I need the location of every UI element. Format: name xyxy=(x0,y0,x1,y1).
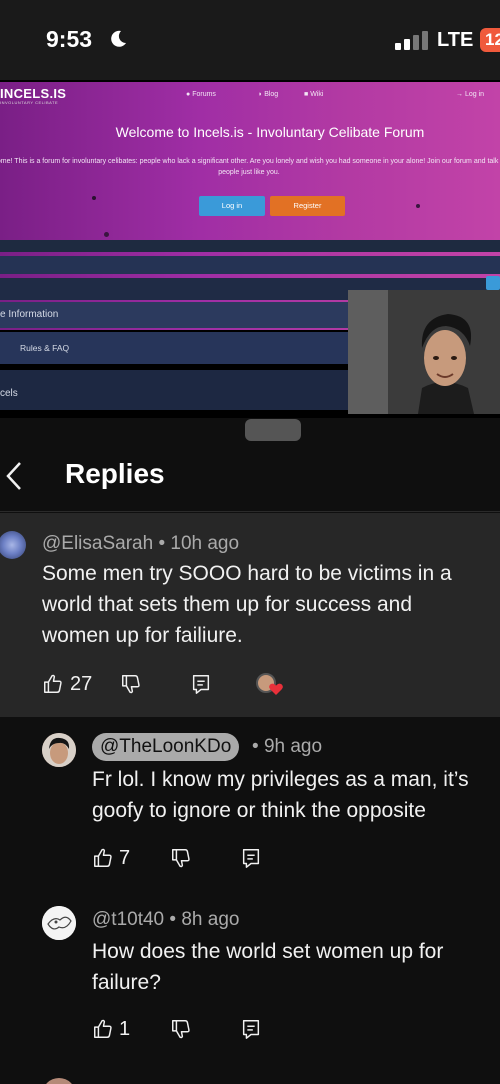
forum-band xyxy=(0,240,500,252)
reply-icon[interactable] xyxy=(240,1018,262,1040)
comment-line: Some men try SOOO hard to be victims in … xyxy=(42,562,452,585)
network-label: LTE xyxy=(437,29,474,51)
overlay-tag xyxy=(486,276,500,290)
forum-nav-login: → Log in xyxy=(456,91,485,98)
comment-text: How does the world set women up for fail… xyxy=(92,936,443,998)
speck xyxy=(416,204,420,208)
comment-line: How does the world set women up for xyxy=(92,940,444,963)
forum-title: Welcome to Incels.is - Involuntary Celib… xyxy=(115,124,425,140)
avatar-image xyxy=(42,733,76,767)
comment-text: Some men try SOOO hard to be victims in … xyxy=(42,558,452,651)
heart-icon xyxy=(269,683,283,695)
forum-description: icome! This is a forum for involuntary c… xyxy=(0,158,500,176)
forum-logo: INCELS.IS xyxy=(0,86,67,101)
thumbs-up-icon[interactable] xyxy=(92,1018,114,1040)
moon-icon xyxy=(111,30,126,47)
meta-separator: • xyxy=(169,909,182,930)
comment-time: • 9h ago xyxy=(252,736,323,757)
reply-icon[interactable] xyxy=(240,847,262,869)
signal-icon xyxy=(395,31,428,50)
status-time: 9:53 xyxy=(46,26,93,52)
speck xyxy=(104,232,109,237)
creator-heart xyxy=(256,673,286,699)
comment-meta: @t10t40 • 8h ago xyxy=(92,909,239,931)
comment-line: goofy to ignore or think the opposite xyxy=(92,799,426,822)
forum-register-button: Register xyxy=(270,196,345,216)
thumbs-down-icon[interactable] xyxy=(170,1018,192,1040)
comment-line: women up for failiure. xyxy=(42,624,243,647)
parent-comment: @ElisaSarah • 10h ago Some men try SOOO … xyxy=(0,513,500,717)
comment-handle[interactable]: @t10t40 xyxy=(92,909,164,930)
status-bar: 9:53 LTE 12 xyxy=(0,0,500,80)
comment-time: 8h ago xyxy=(181,909,240,930)
reply-icon[interactable] xyxy=(190,673,212,695)
comment-meta: @ElisaSarah • 10h ago xyxy=(42,533,239,555)
like-count: 27 xyxy=(70,673,93,695)
reply-item: @t10t40 • 8h ago How does the world set … xyxy=(0,890,500,1060)
forum-band xyxy=(0,256,500,274)
thumbs-up-icon[interactable] xyxy=(42,673,64,695)
avatar[interactable] xyxy=(42,906,76,940)
page-title: Replies xyxy=(65,458,165,489)
comment-text: Fr lol. I know my privileges as a man, i… xyxy=(92,764,469,826)
comment-line: world that sets them up for success and xyxy=(42,593,413,616)
thumbs-up-icon[interactable] xyxy=(92,847,114,869)
forum-nav-blog: ◗ Blog xyxy=(258,91,279,98)
avatar[interactable] xyxy=(0,531,26,559)
webcam-person-image xyxy=(348,290,500,414)
replies-header: Replies xyxy=(0,442,500,512)
video-player[interactable]: INCELS.IS INVOLUNTARY CELIBATE ● Forums … xyxy=(0,80,500,418)
reply-item: @TheLoonKDo • 9h ago Fr lol. I know my p… xyxy=(0,717,500,887)
speck xyxy=(92,196,96,200)
like-count: 7 xyxy=(119,847,131,869)
drag-handle[interactable] xyxy=(245,419,301,441)
comment-line: failure? xyxy=(92,971,161,994)
webcam-overlay xyxy=(348,290,500,414)
forum-logo-subtitle: INVOLUNTARY CELIBATE xyxy=(0,100,59,105)
comment-line: Fr lol. I know my privileges as a man, i… xyxy=(92,768,469,791)
comment-handle[interactable]: @ElisaSarah xyxy=(42,533,153,554)
meta-separator: • xyxy=(158,533,171,554)
thumbs-down-icon[interactable] xyxy=(170,847,192,869)
avatar-image xyxy=(42,906,76,940)
avatar[interactable] xyxy=(42,733,76,767)
avatar[interactable] xyxy=(42,1078,76,1084)
forum-nav-forums: ● Forums xyxy=(186,91,216,98)
creator-handle-badge[interactable]: @TheLoonKDo xyxy=(92,733,240,761)
forum-nav-wiki: ■ Wiki xyxy=(304,91,324,98)
comment-time: 10h ago xyxy=(170,533,240,554)
battery-indicator: 12 xyxy=(480,28,500,52)
forum-login-button: Log in xyxy=(199,196,265,216)
back-icon[interactable] xyxy=(4,460,24,492)
thumbs-down-icon[interactable] xyxy=(120,673,142,695)
like-count: 1 xyxy=(119,1018,131,1040)
